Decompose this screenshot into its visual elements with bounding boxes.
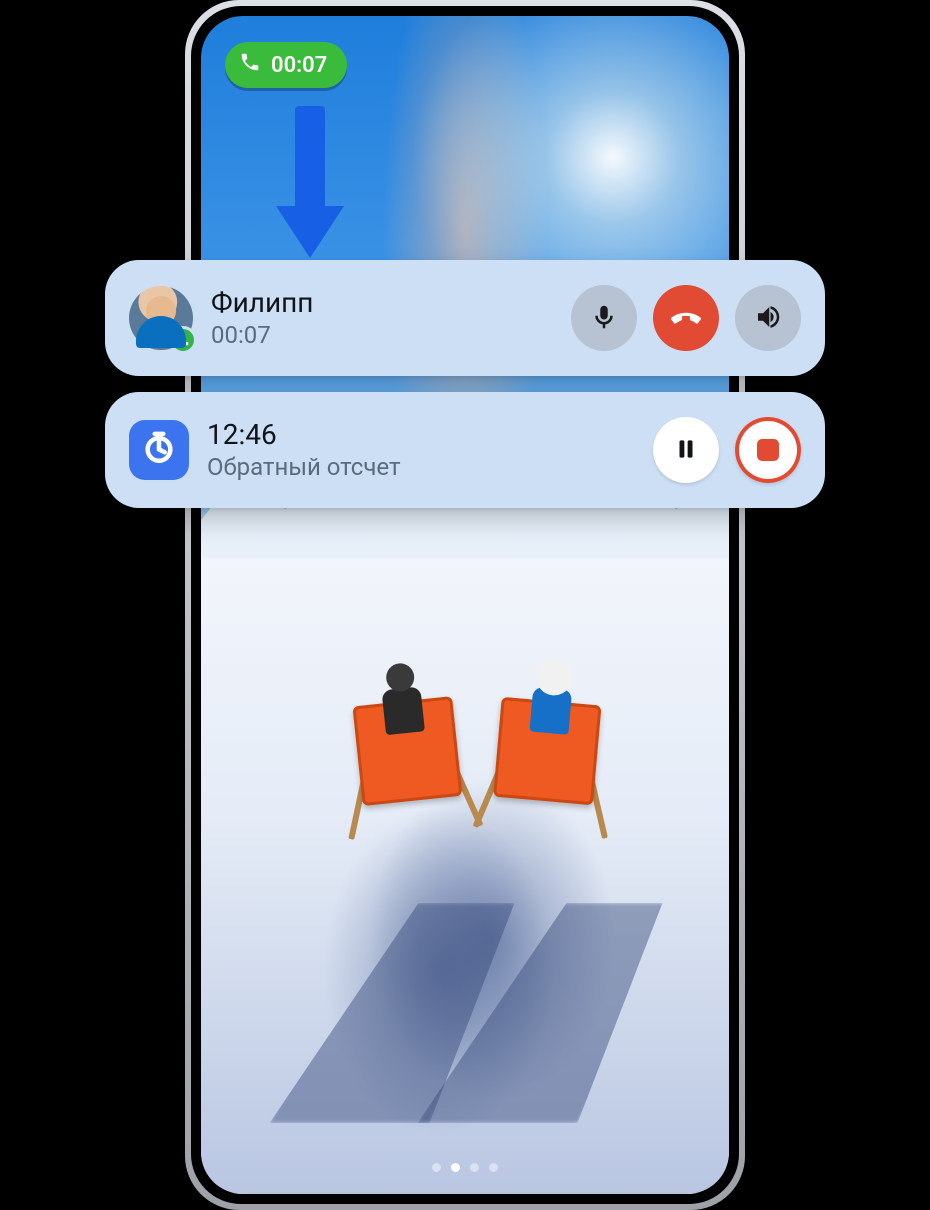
page-dot[interactable] [432,1163,441,1172]
caller-avatar[interactable] [129,286,193,350]
speaker-icon [753,302,783,335]
call-duration: 00:07 [211,321,553,349]
microphone-icon [589,302,619,335]
stopwatch-icon [142,431,176,469]
timer-label: Обратный отсчет [207,453,635,481]
timer-info: 12:46 Обратный отсчет [207,419,635,481]
caller-info: Филипп 00:07 [211,287,553,349]
pause-button[interactable] [653,417,719,483]
caller-name: Филипп [211,287,553,319]
stage: 00:07 Филипп 00:07 [0,0,930,1210]
active-call-pill[interactable]: 00:07 [225,42,347,88]
wallpaper-chair [341,685,476,847]
timer-time: 12:46 [207,419,635,451]
phone-bezel: 00:07 [191,6,739,1204]
pause-icon [673,436,699,465]
page-indicator[interactable] [432,1163,498,1172]
stop-icon [757,439,779,461]
timer-actions [653,417,801,483]
guide-arrow-icon [280,106,340,261]
hangup-icon [669,300,703,337]
stop-button[interactable] [735,417,801,483]
timer-notification-card[interactable]: 12:46 Обратный отсчет [105,392,825,508]
page-dot[interactable] [489,1163,498,1172]
call-notification-card[interactable]: Филипп 00:07 [105,260,825,376]
timer-app-icon[interactable] [129,420,189,480]
speaker-button[interactable] [735,285,801,351]
hangup-button[interactable] [653,285,719,351]
phone-badge-icon [169,326,197,354]
page-dot[interactable] [470,1163,479,1172]
active-call-time: 00:07 [271,53,327,78]
phone-icon [239,51,261,79]
page-dot[interactable] [451,1163,460,1172]
wallpaper-chair [480,686,613,846]
phone-frame: 00:07 [185,0,745,1210]
call-actions [571,285,801,351]
mute-button[interactable] [571,285,637,351]
